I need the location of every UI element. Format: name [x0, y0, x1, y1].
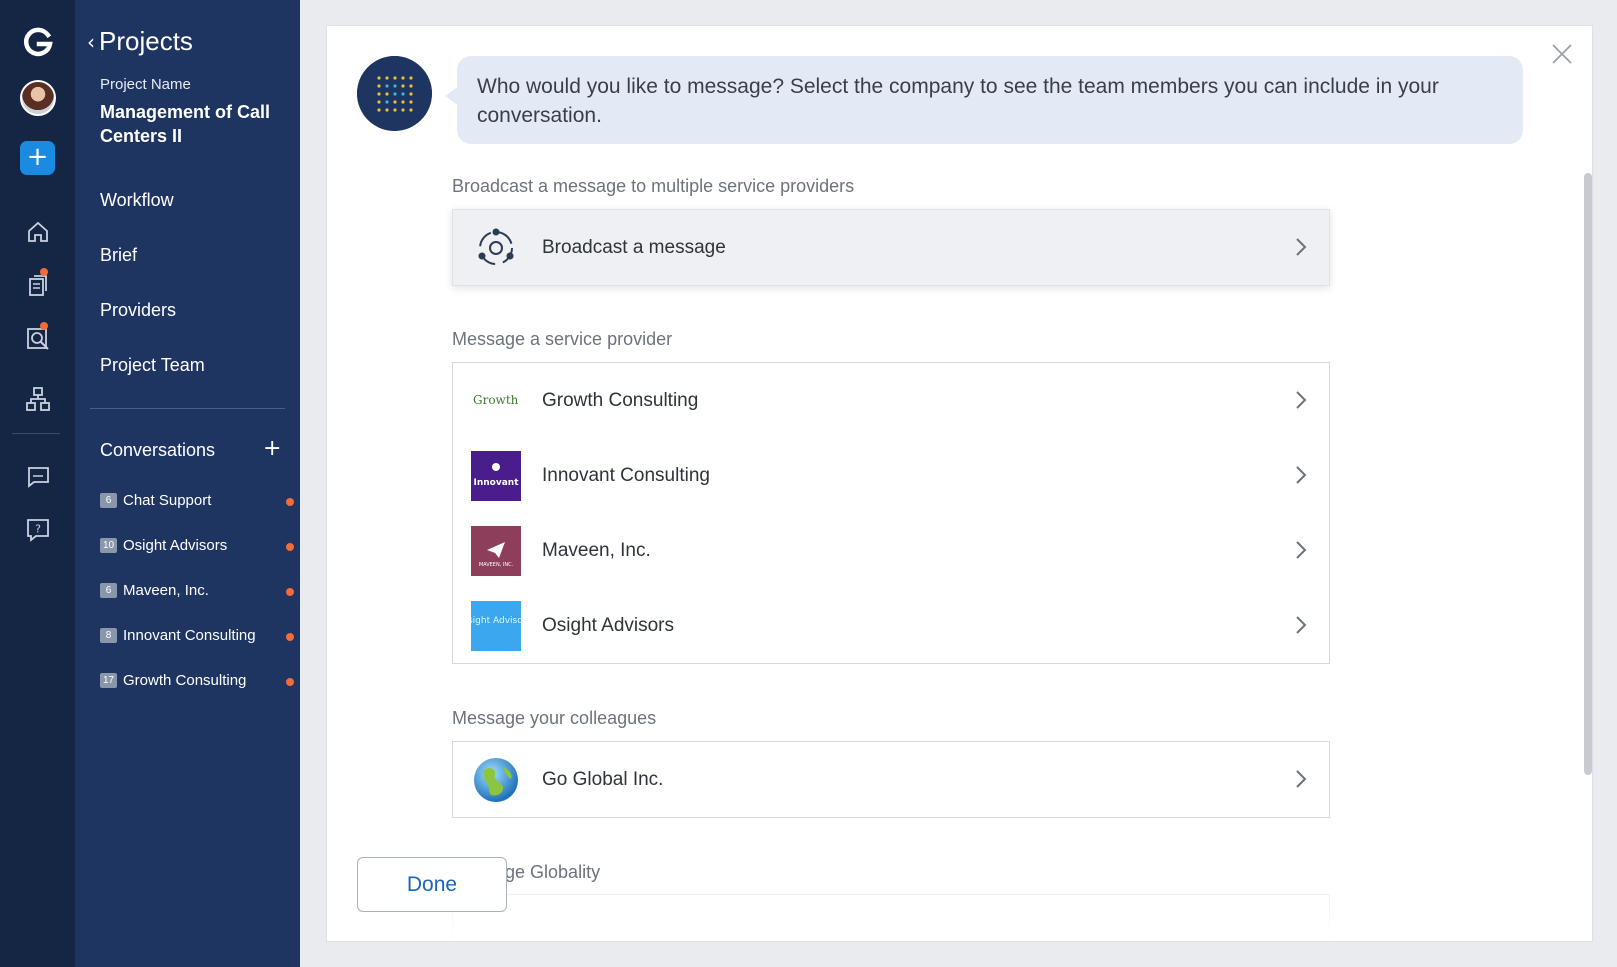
conversation-name: Maveen, Inc.: [123, 582, 209, 599]
back-label: Projects: [99, 26, 193, 56]
chevron-right-icon: [1296, 541, 1307, 559]
colleagues-section-label: Message your colleagues: [452, 708, 657, 728]
provider-section-label: Message a service provider: [452, 329, 673, 349]
count-badge: 6: [100, 583, 117, 598]
unread-dot: [286, 498, 294, 506]
svg-text:?: ?: [35, 523, 41, 536]
unread-dot: [286, 588, 294, 596]
unread-dot: [286, 543, 294, 551]
provider-list: Growth 101 Growth Consulting Innovant In…: [452, 362, 1330, 664]
count-badge: 17: [100, 673, 117, 688]
count-badge: 10: [100, 538, 117, 553]
assistant-prompt: Who would you like to message? Select th…: [445, 56, 1523, 144]
provider-name: Maveen, Inc.: [542, 539, 651, 561]
maveen-logo-word: MAVEEN, INC.: [479, 562, 514, 568]
broadcast-section-label: Broadcast a message to multiple service …: [452, 176, 855, 196]
nav-brief[interactable]: Brief: [100, 245, 137, 266]
notification-dot: [40, 322, 48, 330]
nav-providers[interactable]: Providers: [100, 300, 176, 321]
colleague-name: Go Global Inc.: [542, 768, 664, 790]
notification-dot: [40, 268, 48, 276]
close-icon[interactable]: [1548, 40, 1576, 68]
maveen-logo: MAVEEN, INC.: [471, 525, 521, 576]
provider-row-innovant-consulting[interactable]: Innovant Innovant Consulting: [453, 438, 1329, 513]
documents-icon[interactable]: [24, 272, 52, 300]
project-name-label: Project Name: [100, 76, 191, 93]
provider-row-maveen[interactable]: MAVEEN, INC. Maveen, Inc.: [453, 513, 1329, 588]
conversations-heading: Conversations: [100, 440, 216, 460]
globe-icon: [471, 755, 521, 805]
conversation-item[interactable]: 8 Innovant Consulting: [100, 627, 294, 644]
create-new-button[interactable]: +: [20, 141, 55, 175]
unread-dot: [286, 633, 294, 641]
chevron-right-icon: [1296, 391, 1307, 409]
growth-logo-word: Growth 101: [473, 393, 521, 407]
project-name: Management of Call Centers II: [100, 102, 271, 146]
chevron-right-icon: [1296, 238, 1307, 256]
conversation-name: Growth Consulting: [123, 672, 247, 689]
nav-project-team[interactable]: Project Team: [100, 355, 205, 376]
conversation-name: Osight Advisors: [123, 537, 228, 554]
bottom-fade: [327, 886, 1592, 941]
conversation-name: Chat Support: [123, 492, 212, 509]
conversation-name: Innovant Consulting: [123, 627, 256, 644]
chevron-right-icon: [1296, 770, 1307, 788]
provider-row-osight-advisors[interactable]: Osight Advisors Osight Advisors: [453, 588, 1329, 663]
provider-name: Innovant Consulting: [542, 464, 710, 486]
add-conversation-button[interactable]: +: [263, 436, 281, 461]
innovant-logo-word: Innovant: [474, 478, 520, 488]
osight-logo-word: Osight Advisors: [471, 616, 521, 626]
rail-divider: [12, 433, 60, 434]
colleague-list: Go Global Inc.: [452, 741, 1330, 818]
chevron-left-icon: ‹: [87, 29, 95, 54]
unread-dot: [286, 678, 294, 686]
globality-logo-icon[interactable]: [22, 26, 54, 58]
chevron-right-icon: [1296, 616, 1307, 634]
count-badge: 8: [100, 628, 117, 643]
icon-rail: + ?: [0, 0, 75, 967]
provider-name: Growth Consulting: [542, 389, 699, 411]
nav-workflow[interactable]: Workflow: [100, 190, 174, 211]
osight-advisors-logo: Osight Advisors: [471, 600, 521, 651]
broadcast-message-button[interactable]: Broadcast a message: [453, 210, 1329, 285]
home-icon[interactable]: [24, 218, 52, 246]
new-message-modal: Who would you like to message? Select th…: [326, 25, 1593, 942]
conversation-item[interactable]: 10 Osight Advisors: [100, 537, 294, 554]
scrollbar[interactable]: [1584, 173, 1592, 775]
broadcast-card: Broadcast a message: [452, 209, 1330, 286]
sidebar-divider: [90, 408, 285, 409]
conversation-item[interactable]: 6 Maveen, Inc.: [100, 582, 294, 599]
assistant-avatar-icon: [357, 56, 432, 131]
org-chart-icon[interactable]: [24, 385, 52, 413]
help-icon[interactable]: ?: [24, 516, 52, 544]
project-sidebar: ‹ Projects Project Name Management of Ca…: [75, 0, 300, 967]
avatar[interactable]: [20, 80, 56, 116]
count-badge: 6: [100, 493, 117, 508]
conversation-item[interactable]: 6 Chat Support: [100, 492, 294, 509]
done-button[interactable]: Done: [357, 857, 507, 912]
colleague-row-go-global[interactable]: Go Global Inc.: [453, 742, 1329, 817]
provider-name: Osight Advisors: [542, 614, 674, 636]
provider-row-growth-consulting[interactable]: Growth 101 Growth Consulting: [453, 363, 1329, 438]
conversation-item[interactable]: 17 Growth Consulting: [100, 672, 294, 689]
innovant-consulting-logo: Innovant: [471, 450, 521, 501]
broadcast-label: Broadcast a message: [542, 236, 726, 258]
search-icon[interactable]: [24, 325, 52, 353]
broadcast-icon: [471, 223, 521, 273]
growth-consulting-logo: Growth 101: [471, 376, 521, 426]
back-to-projects-link[interactable]: ‹ Projects: [87, 26, 193, 57]
messages-icon[interactable]: [24, 462, 52, 490]
chevron-right-icon: [1296, 466, 1307, 484]
